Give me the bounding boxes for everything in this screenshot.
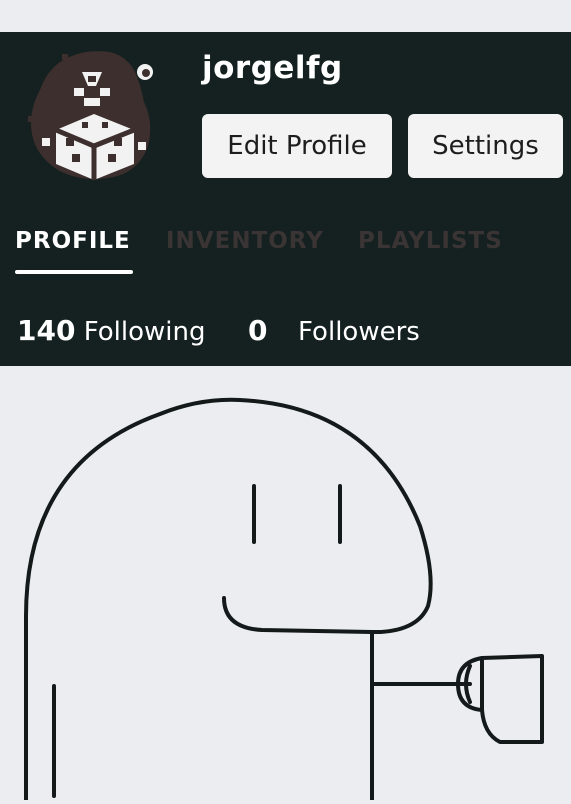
tab-profile[interactable]: PROFILE <box>15 228 131 254</box>
edit-profile-button[interactable]: Edit Profile <box>202 114 392 178</box>
following-label[interactable]: Following <box>84 317 206 347</box>
username: jorgelfg <box>202 50 343 86</box>
character-holding-cup-icon <box>24 397 544 802</box>
settings-button[interactable]: Settings <box>408 114 563 178</box>
empty-state-illustration <box>0 366 571 802</box>
status-bar-area <box>0 0 571 32</box>
tab-playlists[interactable]: PLAYLISTS <box>358 228 503 254</box>
avatar[interactable] <box>22 42 162 182</box>
active-tab-indicator <box>15 270 133 274</box>
follow-stats: 140 Following 0 Followers <box>17 314 420 347</box>
followers-count[interactable]: 0 <box>248 314 267 347</box>
following-count[interactable]: 140 <box>17 314 75 347</box>
tab-inventory[interactable]: INVENTORY <box>166 228 324 254</box>
avatar-image <box>28 51 153 180</box>
profile-header: jorgelfg Edit Profile Settings PROFILE I… <box>0 32 571 366</box>
followers-label[interactable]: Followers <box>298 317 420 347</box>
